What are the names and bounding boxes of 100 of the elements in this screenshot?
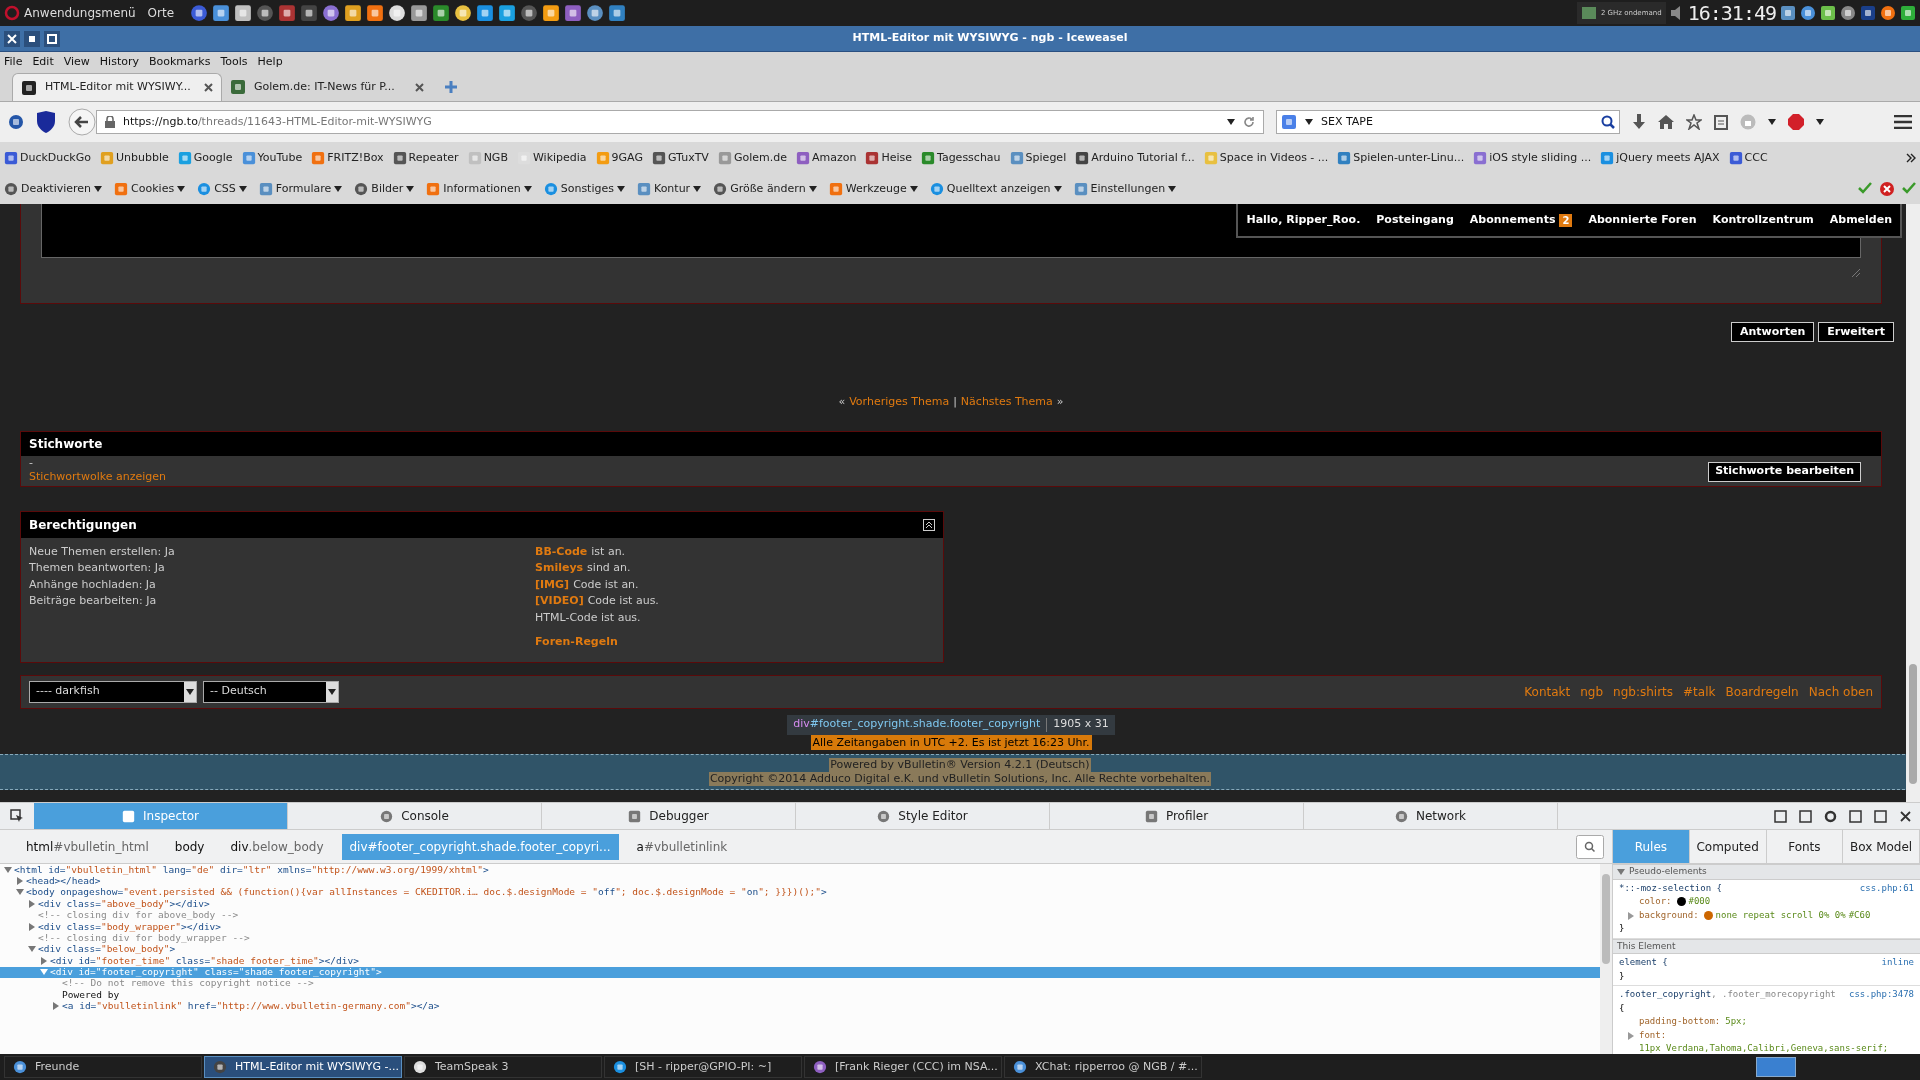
user-nav-link[interactable]: Posteingang	[1376, 211, 1454, 229]
places-menu[interactable]: Orte	[147, 4, 175, 22]
side-panel-tab[interactable]: Fonts	[1766, 830, 1844, 863]
markup-line[interactable]: <div class="body_wrapper"></div>	[0, 920, 1600, 933]
expanded-triangle-icon[interactable]	[4, 865, 12, 874]
previous-thread-link[interactable]: Vorheriges Thema	[849, 394, 950, 411]
breadcrumb[interactable]: html#vbulletin_html	[18, 833, 157, 860]
markup-line[interactable]: <div class="below_body">	[0, 943, 1600, 956]
search-field[interactable]: SEX TAPE	[1276, 110, 1620, 134]
close-icon[interactable]	[415, 82, 424, 92]
chevron-icon[interactable]	[1906, 153, 1916, 163]
next-thread-link[interactable]: Nächstes Thema	[960, 394, 1053, 411]
menu-item[interactable]: File	[4, 53, 23, 71]
reply-button[interactable]: Erweitert	[1818, 322, 1894, 342]
side-panel-tab[interactable]: Box Model	[1843, 830, 1920, 863]
toolbar-menu[interactable]: Größe ändern	[713, 180, 817, 198]
css-declaration[interactable]: padding-bottom: 5px;	[1619, 1015, 1914, 1029]
bookmark-item[interactable]: jQuery meets AJAX	[1600, 149, 1720, 167]
markup-line[interactable]: <!-- Do not remove this copyright notice -->	[0, 977, 1600, 990]
taskbar-item[interactable]: HTML-Editor mit WYSIWYG -...	[204, 1056, 402, 1078]
search-icon[interactable]	[1601, 115, 1615, 129]
forum-rules-link[interactable]: Foren-Regeln	[535, 634, 659, 651]
clipboard-icon[interactable]	[1714, 114, 1728, 130]
pick-element-icon[interactable]	[10, 809, 24, 823]
bookmark-item[interactable]: GTuxTV	[652, 149, 709, 167]
css-declaration[interactable]: font: 11px Verdana,Tahoma,Calibri,Geneva,sans-serif;	[1619, 1028, 1914, 1054]
user-nav-link[interactable]: Kontrollzentrum	[1712, 211, 1814, 229]
maximize-icon[interactable]	[44, 30, 60, 47]
download-icon[interactable]	[1632, 114, 1646, 130]
expanded-triangle-icon[interactable]	[1617, 867, 1625, 876]
user-nav-link[interactable]: Abonnierte Foren	[1588, 211, 1697, 229]
checkmark-icon[interactable]	[1858, 182, 1872, 194]
style-select[interactable]: ---- darkfish	[29, 680, 197, 703]
bbcode-link[interactable]: BB-Code	[535, 543, 588, 560]
menu-item[interactable]: Bookmarks	[149, 53, 211, 71]
bookmark-item[interactable]: Arduino Tutorial f...	[1075, 149, 1195, 167]
css-declaration[interactable]: background: none repeat scroll 0% 0% #C60	[1619, 908, 1914, 922]
stylesheet-link[interactable]: inline	[1881, 956, 1914, 970]
toolbar-menu[interactable]: Einstellungen	[1073, 180, 1177, 198]
markup-line[interactable]: <!-- closing div for body_wrapper -->	[0, 932, 1600, 944]
markup-line[interactable]: <head></head>	[0, 875, 1600, 887]
footer-link[interactable]: Kontakt	[1524, 682, 1571, 701]
user-nav-link[interactable]: Abonnements 2	[1469, 211, 1573, 229]
close-icon[interactable]	[4, 30, 20, 47]
shield-icon[interactable]	[36, 111, 56, 133]
breadcrumb[interactable]: a#vbulletinlink	[628, 833, 736, 860]
toolbar-menu[interactable]: Formulare	[258, 180, 343, 198]
close-icon[interactable]	[204, 83, 213, 92]
menu-item[interactable]: View	[63, 53, 90, 71]
taskbar-item[interactable]: [SH - ripper@GPIO-PI: ~]	[604, 1056, 802, 1078]
undock-icon[interactable]	[1874, 809, 1887, 823]
adblock-icon[interactable]	[1788, 114, 1804, 130]
bookmark-item[interactable]: FRITZ!Box	[311, 149, 384, 167]
footer-link[interactable]: Boardregeln	[1725, 682, 1799, 701]
language-select[interactable]: -- Deutsch	[203, 680, 339, 703]
menu-item[interactable]: Help	[257, 53, 283, 71]
side-panel-tab[interactable]: Computed	[1689, 830, 1767, 863]
edit-tags-button[interactable]: Stichworte bearbeiten	[1708, 461, 1861, 482]
taskbar-item[interactable]: Freunde	[4, 1056, 202, 1078]
bookmark-item[interactable]: Repeater	[392, 149, 459, 167]
devtools-tab[interactable]: Debugger	[542, 803, 796, 829]
toolbar-menu[interactable]: CSS	[197, 180, 247, 198]
stylesheet-link[interactable]: css.php:61	[1859, 881, 1914, 895]
bookmark-item[interactable]: 9GAG	[595, 149, 643, 167]
checkmark-icon[interactable]	[1902, 182, 1916, 194]
css-declaration[interactable]: color: #000	[1619, 895, 1914, 909]
bbcode-link[interactable]: Smileys	[535, 560, 584, 577]
bookmark-item[interactable]: Unbubble	[100, 149, 169, 167]
star-icon[interactable]	[1686, 114, 1702, 130]
browser-tab[interactable]: HTML-Editor mit WYSIWY...	[12, 73, 222, 101]
devtools-tab[interactable]: Style Editor	[796, 803, 1050, 829]
markup-line[interactable]: <a id="vbulletinlink" href="http://www.vbulletin-germany.com"></a>	[0, 1000, 1600, 1013]
taskbar-item[interactable]: XChat: ripperroo @ NGB / #...	[1004, 1056, 1202, 1078]
menu-item[interactable]: History	[99, 53, 139, 71]
bookmark-item[interactable]: Spielen-unter-Linu...	[1337, 149, 1465, 167]
footer-link[interactable]: ngb:shirts	[1613, 682, 1674, 701]
bookmark-item[interactable]: YouTube	[241, 149, 303, 167]
collapsed-triangle-icon[interactable]	[1627, 910, 1635, 921]
browser-tab[interactable]: Golem.de: IT-News für P...	[222, 73, 432, 101]
expanded-triangle-icon[interactable]	[16, 888, 24, 897]
expanded-triangle-icon[interactable]	[28, 945, 36, 954]
toolbar-menu[interactable]: Bilder	[354, 180, 415, 198]
applications-menu[interactable]: Anwendungsmenü	[24, 4, 136, 22]
close-icon[interactable]	[1899, 809, 1912, 823]
collapsed-triangle-icon[interactable]	[28, 922, 36, 931]
markup-line[interactable]: <!-- closing div for above_body -->	[0, 909, 1600, 921]
dock-side-icon[interactable]	[1849, 809, 1862, 823]
breadcrumb[interactable]: body	[166, 833, 213, 860]
reply-button[interactable]: Antworten	[1730, 322, 1815, 342]
bookmark-item[interactable]: NGB	[467, 149, 508, 167]
devtools-tab[interactable]: Console	[288, 803, 542, 829]
taskbar-item[interactable]: [Frank Rieger (CCC) im NSA...	[804, 1056, 1002, 1078]
bookmark-item[interactable]: Google	[177, 149, 233, 167]
toolbar-menu[interactable]: Kontur	[636, 180, 702, 198]
scrollbar[interactable]	[1906, 204, 1920, 802]
menu-item[interactable]: Tools	[220, 53, 248, 71]
window-menu-icon[interactable]	[24, 30, 40, 47]
toolbar-menu[interactable]: Sonstiges	[543, 180, 625, 198]
resize-handle-icon[interactable]	[1851, 268, 1861, 278]
console-icon[interactable]	[1774, 809, 1787, 823]
